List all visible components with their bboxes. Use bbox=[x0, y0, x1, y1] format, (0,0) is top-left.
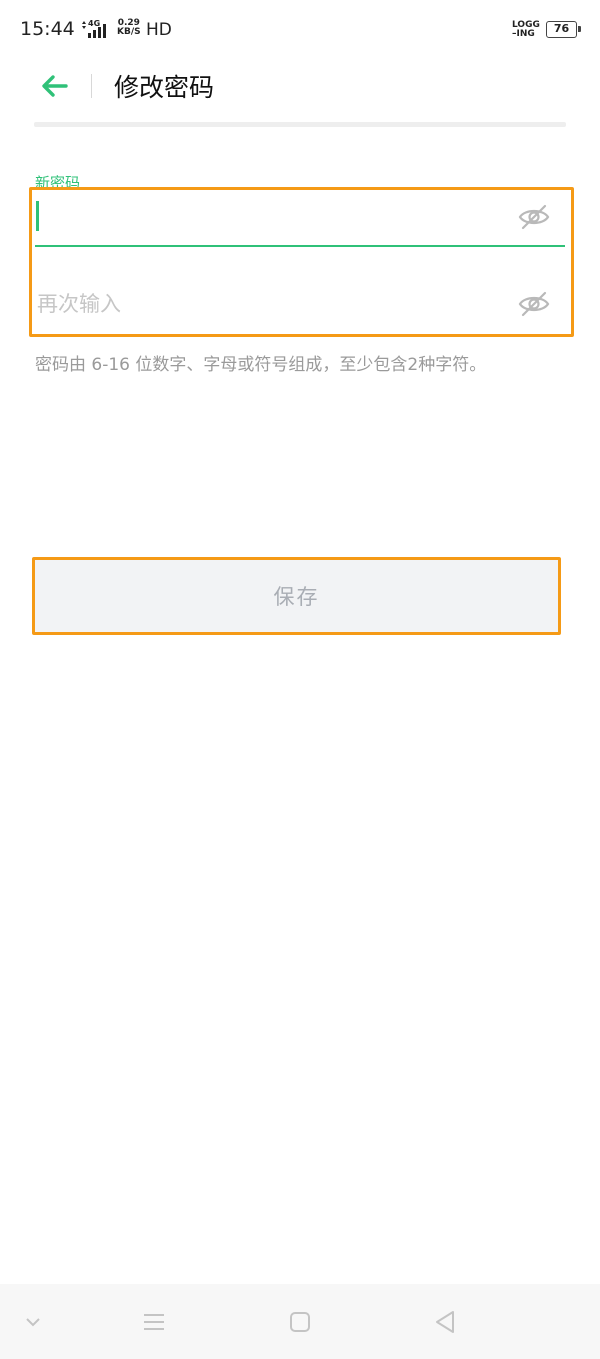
app-header: 修改密码 bbox=[0, 62, 600, 110]
system-nav-bar bbox=[0, 1284, 600, 1359]
signal-icon: 4G bbox=[80, 18, 114, 44]
page-title: 修改密码 bbox=[114, 73, 215, 102]
network-type-label: 4G bbox=[88, 19, 100, 28]
home-square-icon bbox=[290, 1312, 310, 1332]
nav-back-button[interactable] bbox=[425, 1306, 465, 1338]
network-speed: 0.29 KB/S bbox=[117, 19, 141, 37]
password-hint: 密码由 6-16 位数字、字母或符号组成，至少包含2种字符。 bbox=[35, 355, 487, 375]
chevron-down-icon bbox=[26, 1318, 40, 1327]
battery-icon: 76 bbox=[546, 21, 581, 38]
status-time: 15:44 bbox=[20, 18, 75, 40]
back-button[interactable] bbox=[30, 68, 78, 104]
hd-indicator: HD bbox=[146, 20, 172, 40]
save-button-highlight bbox=[32, 557, 561, 635]
menu-icon bbox=[144, 1314, 164, 1330]
logging-bottom: –ING bbox=[512, 29, 535, 39]
arrow-left-icon bbox=[42, 75, 68, 97]
nav-collapse-button[interactable] bbox=[13, 1306, 53, 1338]
nav-home-button[interactable] bbox=[280, 1306, 320, 1338]
password-fields-highlight bbox=[29, 187, 574, 337]
logging-indicator: LOGG –ING bbox=[512, 21, 540, 39]
back-triangle-icon bbox=[436, 1311, 454, 1333]
status-bar: 15:44 4G 0.29 KB/S HD LOGG –ING 76 bbox=[0, 0, 600, 62]
nav-menu-button[interactable] bbox=[134, 1306, 174, 1338]
header-divider bbox=[91, 74, 92, 98]
header-separator bbox=[34, 122, 566, 127]
speed-unit: KB/S bbox=[117, 27, 141, 37]
